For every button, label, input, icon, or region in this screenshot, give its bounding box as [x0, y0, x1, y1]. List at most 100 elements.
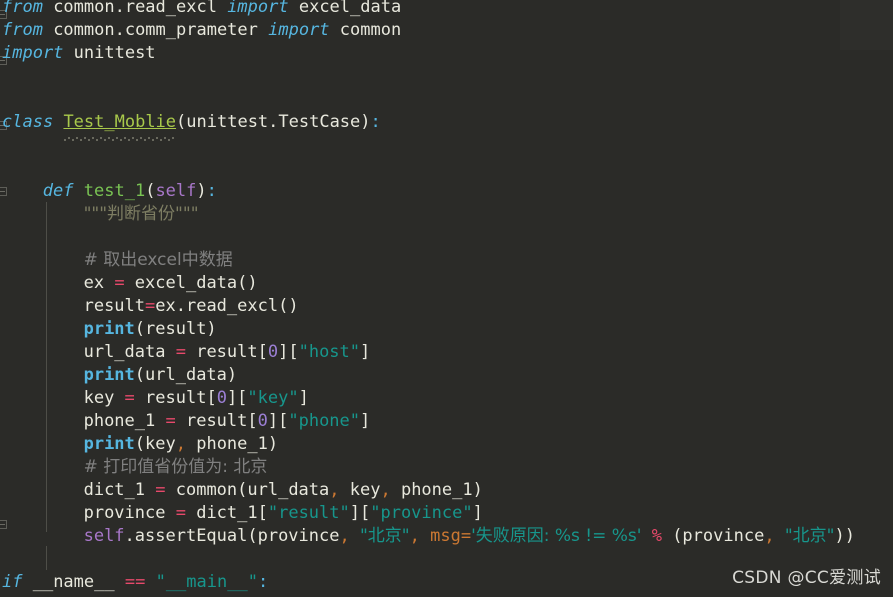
code-line[interactable]: province = dict_1["result"]["province"] [0, 502, 893, 525]
code-token: print [83, 365, 135, 385]
watermark-label: CSDN @CC爱测试 [732, 568, 881, 588]
code-token: test_1 [83, 181, 146, 201]
code-line[interactable] [0, 88, 893, 111]
code-token: unittest [63, 43, 156, 63]
code-token: import [227, 0, 289, 17]
code-token: , [329, 480, 340, 500]
code-line[interactable]: from common.read_excl import excel_data [0, 0, 893, 19]
code-token: ] [360, 342, 371, 362]
code-token: def [42, 181, 74, 201]
code-token: print [83, 434, 135, 454]
code-line[interactable]: # 打印值省份值为: 北京 [0, 456, 893, 479]
code-token: unittest.TestCase [186, 112, 361, 132]
code-token: '失败原因: %s != %s' [471, 526, 642, 546]
editor-screen: from common.read_excl import excel_data f… [0, 0, 893, 597]
code-token: , [380, 480, 391, 500]
code-token: "phone" [288, 411, 361, 431]
code-line[interactable] [0, 65, 893, 88]
code-line[interactable]: result=ex.read_excl() [0, 295, 893, 318]
code-token: "北京" [784, 526, 835, 546]
code-token: import [2, 43, 64, 63]
code-line[interactable]: phone_1 = result[0]["phone"] [0, 410, 893, 433]
code-line[interactable]: from common.comm_prameter import common [0, 19, 893, 42]
code-token: (province [661, 526, 765, 546]
code-line[interactable]: import unittest [0, 42, 893, 65]
code-token: dict_1[ [185, 503, 268, 523]
code-line[interactable]: print(key, phone_1) [0, 433, 893, 456]
code-token: phone_1) [185, 434, 279, 454]
code-token: "province" [370, 503, 473, 523]
code-token: (url_data) [134, 365, 238, 385]
code-token: : [257, 572, 269, 592]
code-line[interactable] [0, 226, 893, 249]
code-token: self [155, 181, 197, 201]
code-token: = [124, 388, 135, 408]
code-line[interactable]: class Test_Moblie(unittest.TestCase): [0, 111, 893, 134]
code-token: = [165, 411, 176, 431]
code-token: result [83, 296, 146, 316]
code-area[interactable]: from common.read_excl import excel_data f… [0, 0, 893, 597]
code-token: ][ [267, 411, 289, 431]
code-line[interactable]: ex = excel_data() [0, 272, 893, 295]
code-token: common(url_data [165, 480, 330, 500]
code-token: ( [176, 112, 187, 132]
code-token: (result) [134, 319, 217, 339]
code-token: # 取出excel中数据 [83, 250, 233, 270]
code-token: )) [834, 526, 855, 546]
code-line[interactable]: key = result[0]["key"] [0, 387, 893, 410]
code-token: key [83, 388, 125, 408]
code-token: 0 [216, 388, 227, 408]
code-token: = [114, 273, 125, 293]
code-line[interactable]: def test_1(self): [0, 180, 893, 203]
code-token: from [2, 20, 43, 40]
code-token: ( [145, 181, 156, 201]
code-token: ex.read_excl() [155, 296, 299, 316]
code-line[interactable] [0, 134, 893, 157]
code-token: ] [298, 388, 309, 408]
code-token: = [155, 480, 166, 500]
code-token: ][ [349, 503, 371, 523]
code-token: ex [83, 273, 115, 293]
code-token: 0 [257, 411, 268, 431]
code-token: self [83, 526, 125, 546]
code-token: province [83, 503, 176, 523]
code-line[interactable]: # 取出excel中数据 [0, 249, 893, 272]
code-token: "key" [247, 388, 299, 408]
code-token: , [764, 526, 775, 546]
code-line[interactable]: """判断省份""" [0, 203, 893, 226]
code-line[interactable]: self.assertEqual(province, "北京", msg='失败… [0, 525, 893, 548]
code-token: : [370, 112, 381, 132]
code-token: dict_1 [83, 480, 156, 500]
code-token: __name__ [22, 572, 125, 592]
code-token: = [175, 503, 186, 523]
code-token: "北京" [359, 526, 410, 546]
code-token: excel_data() [124, 273, 258, 293]
code-token: result[ [175, 411, 258, 431]
code-line[interactable]: print(result) [0, 318, 893, 341]
code-token: msg= [430, 526, 472, 546]
code-line[interactable] [0, 157, 893, 180]
code-token: , [409, 526, 420, 546]
code-token: = [175, 342, 186, 362]
code-token: , [175, 434, 186, 454]
code-token: # 打印值省份值为: 北京 [83, 457, 268, 477]
code-token: , [339, 526, 350, 546]
code-token: excel_data [288, 0, 402, 17]
code-token: common [329, 20, 402, 40]
code-line[interactable]: url_data = result[0]["host"] [0, 341, 893, 364]
code-token: common.comm_prameter [42, 20, 269, 40]
code-token: ) [196, 181, 207, 201]
code-line[interactable]: dict_1 = common(url_data, key, phone_1) [0, 479, 893, 502]
code-token: ][ [278, 342, 299, 362]
code-token: 0 [267, 342, 279, 362]
code-line[interactable]: print(url_data) [0, 364, 893, 387]
code-token: .assertEqual(province [124, 526, 340, 546]
code-token: class [2, 112, 54, 132]
code-token: """判断省份""" [83, 204, 199, 224]
